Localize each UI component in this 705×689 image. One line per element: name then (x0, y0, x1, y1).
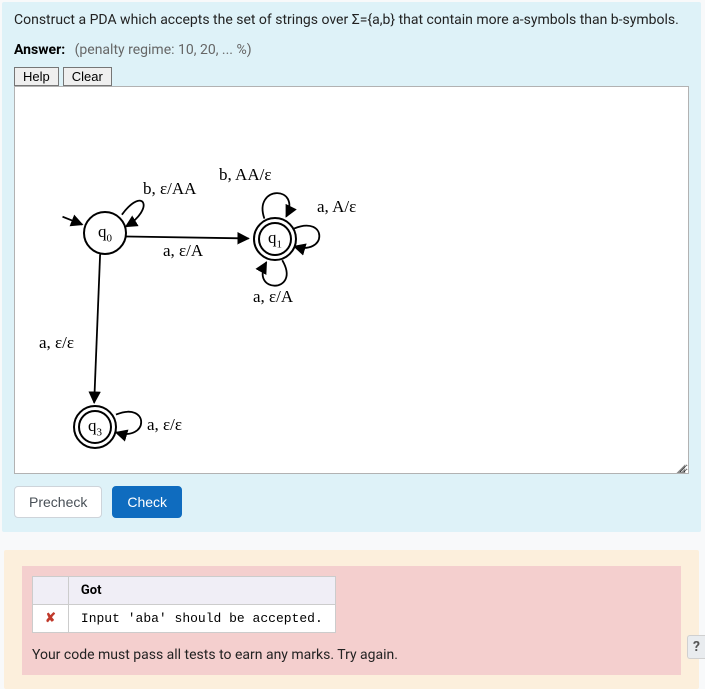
feedback-inner: Got ✘ Input 'aba' should be accepted. Yo… (22, 566, 681, 675)
feedback-panel: Got ✘ Input 'aba' should be accepted. Yo… (4, 550, 699, 689)
answer-line: Answer: (penalty regime: 10, 20, ... %) (14, 42, 689, 58)
state-q0-label: q0 (98, 222, 112, 244)
label-q1-top[interactable]: b, AA/ε (219, 165, 271, 185)
action-row: Precheck Check (14, 486, 689, 518)
result-detail: Input 'aba' should be accepted. (68, 605, 335, 633)
precheck-button[interactable]: Precheck (14, 486, 102, 518)
state-q1-label: q1 (268, 228, 282, 250)
fail-icon: ✘ (33, 605, 69, 633)
result-header-got: Got (68, 577, 335, 605)
question-prompt: Construct a PDA which accepts the set of… (14, 12, 689, 28)
result-table: Got ✘ Input 'aba' should be accepted. (32, 576, 336, 633)
result-icon-header (33, 577, 69, 605)
label-q1-right[interactable]: a, A/ε (317, 197, 356, 217)
pda-canvas[interactable]: q0 q1 q3 b, ε/AA b, AA/ε a, A/ε a, ε/A a… (14, 86, 689, 474)
state-q1[interactable]: q1 (253, 217, 297, 261)
label-q0-q1[interactable]: a, ε/A (163, 241, 203, 261)
label-q0-q3[interactable]: a, ε/ε (39, 333, 74, 353)
question-panel: Construct a PDA which accepts the set of… (2, 2, 701, 532)
state-q3-label: q3 (88, 416, 102, 438)
label-q3-loop[interactable]: a, ε/ε (147, 415, 182, 435)
penalty-regime: (penalty regime: 10, 20, ... %) (75, 42, 252, 58)
label-q0-loop[interactable]: b, ε/AA (143, 179, 196, 199)
state-q3[interactable]: q3 (73, 405, 117, 449)
resize-grip-icon: ◢ (676, 461, 688, 473)
help-button[interactable]: Help (14, 67, 59, 86)
context-help-button[interactable]: ? (687, 635, 705, 659)
clear-button[interactable]: Clear (63, 67, 112, 86)
x-mark-icon: ✘ (45, 611, 56, 626)
check-button[interactable]: Check (112, 486, 182, 518)
state-q0[interactable]: q0 (83, 211, 127, 255)
label-q1-bottom[interactable]: a, ε/A (253, 287, 293, 307)
canvas-toolbar: Help Clear (14, 66, 689, 86)
feedback-summary: Your code must pass all tests to earn an… (32, 647, 671, 663)
table-row: Got (33, 577, 336, 605)
table-row: ✘ Input 'aba' should be accepted. (33, 605, 336, 633)
edges-svg (15, 87, 688, 473)
answer-label: Answer: (14, 42, 65, 58)
question-mark-icon: ? (693, 639, 700, 655)
